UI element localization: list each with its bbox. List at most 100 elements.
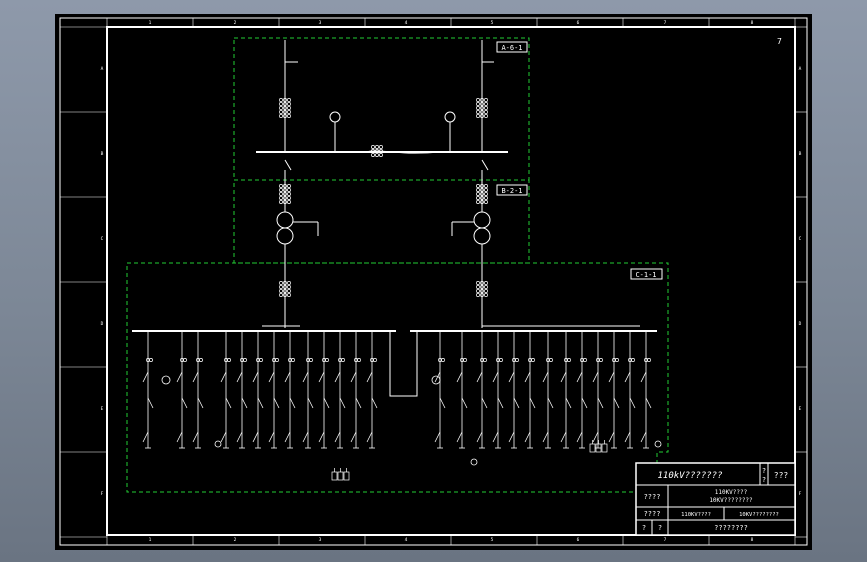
- ct-stack: [476, 98, 480, 102]
- zone-c: C-1-1: [126, 262, 669, 493]
- inner-frame: [106, 26, 796, 536]
- feeder-bay-switch: [225, 397, 232, 409]
- ct-stack: [476, 196, 480, 200]
- zone-a-label: A-6-1: [501, 44, 522, 52]
- ct-stack: [379, 145, 383, 149]
- zone-c-label: C-1-1: [635, 271, 656, 279]
- feeder-bay-switch: [542, 431, 549, 443]
- ct-stack: [484, 192, 488, 196]
- equipment-symbols: [161, 98, 662, 481]
- ct-stack: [484, 293, 488, 297]
- feeder-bay-switch: [608, 371, 615, 383]
- row4-value: ????????: [714, 524, 748, 532]
- ct-stack: [287, 102, 291, 106]
- ct-stack: [484, 106, 488, 110]
- feeder-bay-switch: [323, 397, 330, 409]
- ct-stack: [287, 110, 291, 114]
- ct-stack: [484, 200, 488, 204]
- row2-label: ????: [644, 493, 661, 501]
- feeder-bay-switch: [318, 431, 325, 443]
- ct-stack: [476, 114, 480, 118]
- ct-stack: [287, 281, 291, 285]
- column-marker: 6: [577, 537, 580, 543]
- feeder-bay-switch: [597, 397, 604, 409]
- feeder-bay-switch: [629, 397, 636, 409]
- ct-stack: [484, 196, 488, 200]
- feeder-bay-switch: [560, 371, 567, 383]
- row-marker: D: [799, 321, 802, 327]
- ct-stack: [279, 114, 283, 118]
- single-line-diagram: 1 1 2 2 3 3 4 4 5 5 6 6 7 7 8 8 A A B B C C D D E E F F 7 A-6-1 B-2…: [59, 17, 808, 546]
- feeder-bays: [142, 331, 652, 449]
- ct-stack: [476, 293, 480, 297]
- feeder-bay-switch: [268, 371, 275, 383]
- ct-stack: [476, 200, 480, 204]
- feeder-bay-switch: [624, 431, 631, 443]
- feeder-bay-switch: [492, 371, 499, 383]
- feeder-bay-switch: [640, 431, 647, 443]
- ct-stack: [279, 184, 283, 188]
- ct-stack: [279, 289, 283, 293]
- ct-stack: [279, 196, 283, 200]
- ct-stack: [287, 184, 291, 188]
- ct-stack: [279, 281, 283, 285]
- grounding-transformer: [589, 443, 596, 453]
- row4-label1: ?: [642, 524, 646, 532]
- feeder-bay-switch: [576, 431, 583, 443]
- feeder-bay-switch: [350, 431, 357, 443]
- feeder-bay-switch: [513, 397, 520, 409]
- feeder-bay-switch: [142, 431, 149, 443]
- cad-drawing-canvas[interactable]: 1 1 2 2 3 3 4 4 5 5 6 6 7 7 8 8 A A B B C C D D E E F F 7 A-6-1 B-2…: [55, 14, 812, 550]
- column-marker: 2: [234, 20, 237, 26]
- ct-stack: [279, 110, 283, 114]
- ct-stack: [476, 188, 480, 192]
- zone-b-label: B-2-1: [501, 187, 522, 195]
- feeder-bay-switch: [508, 371, 515, 383]
- feeder-bay-switch: [220, 371, 227, 383]
- feeder-bay-switch: [645, 397, 652, 409]
- feeder-bay-switch: [524, 431, 531, 443]
- ct-stack: [476, 289, 480, 293]
- row-marker: C: [799, 236, 802, 242]
- ct-stack: [476, 192, 480, 196]
- ct-stack: [279, 293, 283, 297]
- ct-stack: [484, 110, 488, 114]
- feeder-bay-switch: [529, 397, 536, 409]
- row3-label: ????: [644, 510, 661, 518]
- ct-stack: [287, 200, 291, 204]
- ct-stack: [287, 98, 291, 102]
- feeder-bay-switch: [355, 397, 362, 409]
- ct-stack: [287, 106, 291, 110]
- grounding-transformer: [601, 443, 608, 453]
- mv-section: [132, 325, 657, 397]
- column-marker: 1: [149, 20, 152, 26]
- column-marker: 2: [234, 537, 237, 543]
- row-marker: F: [799, 491, 802, 497]
- bus-pt-symbol: [161, 375, 171, 385]
- column-marker: 6: [577, 20, 580, 26]
- ct-stack: [287, 293, 291, 297]
- feeder-bay-switch: [181, 397, 188, 409]
- ct-stack: [484, 188, 488, 192]
- row-marker: E: [799, 406, 802, 412]
- zone-b-border: [233, 179, 530, 264]
- column-marker: 7: [664, 20, 667, 26]
- ct-stack: [287, 196, 291, 200]
- row3-cell2: 10KV????????: [739, 512, 779, 518]
- feeder-bay-switch: [192, 371, 199, 383]
- ct-stack: [379, 153, 383, 157]
- ct-stack: [484, 285, 488, 289]
- arc-suppression-coil: [654, 440, 662, 448]
- ct-stack: [287, 114, 291, 118]
- feeder-bay-switch: [197, 397, 204, 409]
- feeder-bay-switch: [302, 431, 309, 443]
- feeder-bay-switch: [565, 397, 572, 409]
- zone-b: B-2-1: [233, 179, 530, 264]
- hv-pt-left: [329, 111, 341, 123]
- feeder-bay-switch: [334, 371, 341, 383]
- row-marker: C: [101, 236, 104, 242]
- sheet-number: 7: [777, 37, 782, 46]
- hv-switch-right: [481, 159, 489, 171]
- hv-switch-left: [284, 159, 292, 171]
- feeder-bay-switch: [289, 397, 296, 409]
